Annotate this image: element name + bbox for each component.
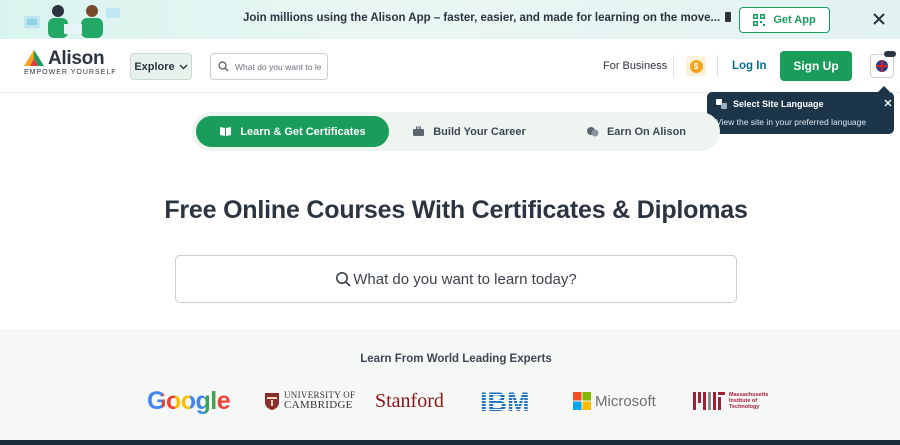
tooltip-text: View the site in your preferred language [716,117,867,127]
coin-button[interactable]: $ [686,56,706,76]
app-promo-banner: Join millions using the Alison App – fas… [0,0,900,39]
chevron-down-icon [179,64,188,69]
phone-icon [725,12,732,22]
svg-text:IBM: IBM [480,389,530,413]
tab-career[interactable]: Build Your Career [404,116,534,147]
footer-strip [0,440,900,445]
experts-title: Learn From World Leading Experts [360,353,552,365]
search-icon [336,272,351,287]
tab-label: Build Your Career [433,125,526,138]
search-icon [218,61,229,72]
ibm-logo: IBM [480,385,541,417]
microsoft-squares-icon [573,392,591,410]
get-app-label: Get App [773,14,816,26]
explore-label: Explore [134,60,175,73]
coin-icon: $ [689,59,703,73]
get-app-button[interactable]: Get App [739,7,830,33]
close-tooltip-icon[interactable] [884,99,892,107]
book-icon [220,127,232,136]
qr-code-icon [753,14,766,26]
divider [673,55,674,77]
cambridge-wordmark: UNIVERSITY OF CAMBRIDGE [284,390,356,411]
microsoft-wordmark: Microsoft [595,392,656,410]
mit-wordmark: Massachusetts Institute of Technology [729,392,769,410]
tab-label: Learn & Get Certificates [240,125,366,138]
tab-label: Earn On Alison [606,125,687,138]
divider [717,55,718,77]
flag-icon [876,60,888,72]
cambridge-logo: UNIVERSITY OF CAMBRIDGE [265,385,355,417]
explore-button[interactable]: Explore [130,53,192,80]
language-tooltip: Select Site Language View the site in yo… [707,86,894,134]
signup-button[interactable]: Sign Up [780,51,852,81]
audience-tabs: Learn & Get Certificates Build Your Care… [192,112,720,151]
stanford-logo: Stanford [375,389,444,412]
tooltip-title: Select Site Language [733,99,824,109]
site-header: Alison EMPOWER YOURSELF Explore For Busi… [0,39,900,93]
microsoft-logo: Microsoft [573,385,656,417]
mit-bars-icon [693,392,725,410]
tab-learn[interactable]: Learn & Get Certificates [196,116,389,147]
login-link[interactable]: Log In [732,60,767,72]
header-search-input[interactable] [235,61,321,72]
ibm-wordmark-icon: IBM [480,389,530,413]
google-logo: Google [147,385,231,417]
language-badge [884,51,896,57]
translate-icon [716,99,727,109]
promo-illustration-icon [24,5,120,38]
hero-search-box[interactable]: What do you want to learn today? [175,255,737,303]
language-button[interactable] [870,51,896,78]
mit-logo: Massachusetts Institute of Technology [693,385,768,417]
experts-section: Learn From World Leading Experts Google … [0,329,900,440]
google-wordmark: Google [147,386,231,415]
tab-earn[interactable]: Earn On Alison [580,116,692,147]
logo-wordmark: Alison [48,48,105,69]
close-banner-icon[interactable] [872,12,886,26]
logo-tagline: EMPOWER YOURSELF [24,69,117,76]
briefcase-icon [413,126,425,136]
promo-text: Join millions using the Alison App – fas… [243,12,732,24]
page-title: Free Online Courses With Certificates & … [164,196,748,224]
cambridge-crest-icon [265,392,279,410]
for-business-link[interactable]: For Business [603,60,667,72]
coins-icon [586,127,599,137]
hero-search-placeholder: What do you want to learn today? [353,270,577,288]
header-search[interactable] [210,53,328,80]
alison-logo-icon [24,50,44,66]
